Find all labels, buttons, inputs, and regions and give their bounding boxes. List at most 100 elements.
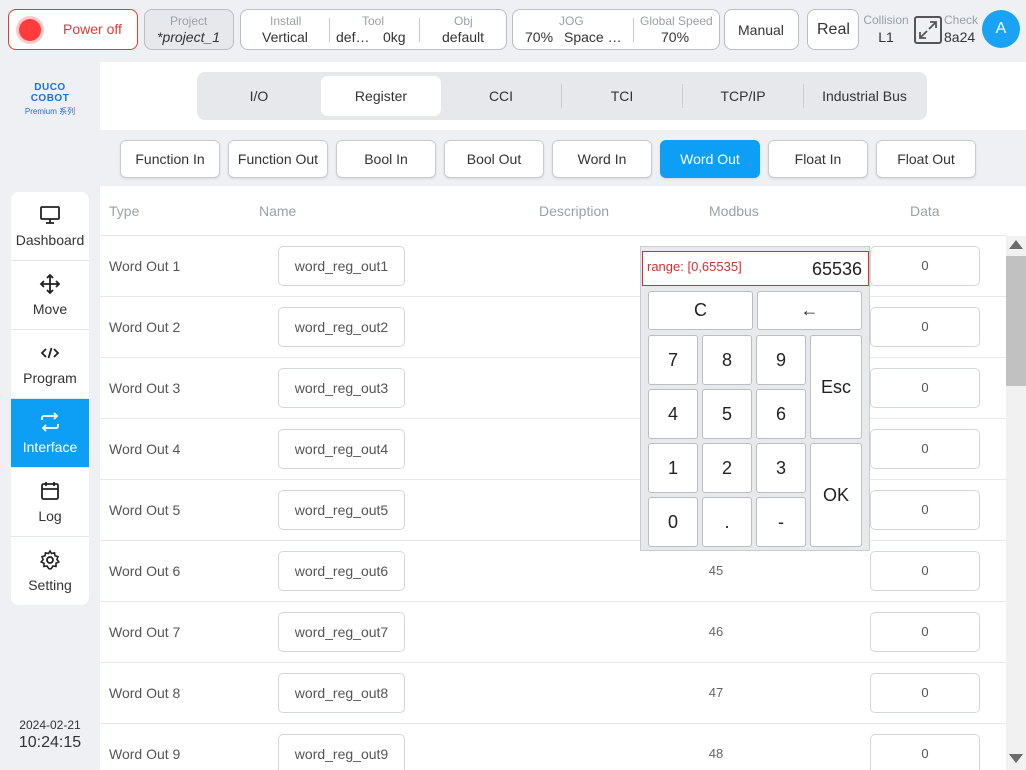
jog-space: Space … bbox=[564, 29, 622, 45]
key-8[interactable]: 8 bbox=[702, 335, 752, 385]
nav-item-program[interactable]: Program bbox=[11, 330, 89, 399]
key-dot[interactable]: . bbox=[702, 497, 752, 547]
nav-label-program: Program bbox=[23, 370, 77, 386]
check-status[interactable]: Check 8a24 bbox=[944, 13, 982, 45]
nav-item-move[interactable]: Move bbox=[11, 261, 89, 330]
expand-icon[interactable] bbox=[914, 16, 942, 44]
jog-speed-panel[interactable]: JOG 70% Space … Global Speed 70% bbox=[512, 9, 720, 50]
row-data-field[interactable]: 0 bbox=[870, 246, 980, 286]
row-name-field[interactable]: word_reg_out3 bbox=[278, 368, 405, 408]
tab-register[interactable]: Register bbox=[321, 76, 441, 116]
row-modbus: 45 bbox=[708, 563, 724, 578]
row-name-field[interactable]: word_reg_out7 bbox=[278, 612, 405, 652]
key-minus[interactable]: - bbox=[756, 497, 806, 547]
key-3[interactable]: 3 bbox=[756, 443, 806, 493]
subtab-float-in[interactable]: Float In bbox=[768, 140, 868, 178]
row-type: Word Out 1 bbox=[109, 258, 181, 274]
row-data-field[interactable]: 0 bbox=[870, 734, 980, 770]
row-name-field[interactable]: word_reg_out1 bbox=[278, 246, 405, 286]
key-1[interactable]: 1 bbox=[648, 443, 698, 493]
nav-item-interface[interactable]: Interface bbox=[11, 399, 89, 468]
calendar-icon bbox=[41, 482, 59, 500]
nav-item-log[interactable]: Log bbox=[11, 468, 89, 537]
row-data-field[interactable]: 0 bbox=[870, 429, 980, 469]
subtab-float-out[interactable]: Float Out bbox=[876, 140, 976, 178]
key-6[interactable]: 6 bbox=[756, 389, 806, 439]
tab-io[interactable]: I/O bbox=[199, 76, 319, 116]
scroll-down-icon[interactable] bbox=[1009, 754, 1023, 763]
subtab-word-in[interactable]: Word In bbox=[552, 140, 652, 178]
row-data-field[interactable]: 0 bbox=[870, 368, 980, 408]
row-name-field[interactable]: word_reg_out5 bbox=[278, 490, 405, 530]
keypad-display[interactable]: range: [0,65535] 65536 bbox=[642, 251, 869, 286]
table-row: Word Out 6 word_reg_out6 45 0 bbox=[100, 541, 1006, 602]
divider bbox=[419, 18, 420, 42]
project-selector[interactable]: Project *project_1 bbox=[144, 9, 234, 50]
project-caption: Project bbox=[170, 14, 208, 28]
project-name: *project_1 bbox=[157, 29, 221, 45]
row-type: Word Out 7 bbox=[109, 624, 181, 640]
subtab-bool-out[interactable]: Bool Out bbox=[444, 140, 544, 178]
nav-label-setting: Setting bbox=[28, 577, 72, 593]
key-4[interactable]: 4 bbox=[648, 389, 698, 439]
key-0[interactable]: 0 bbox=[648, 497, 698, 547]
key-9[interactable]: 9 bbox=[756, 335, 806, 385]
subtab-function-in[interactable]: Function In bbox=[120, 140, 220, 178]
manual-mode-button[interactable]: Manual bbox=[724, 9, 799, 50]
key-7[interactable]: 7 bbox=[648, 335, 698, 385]
side-nav: Dashboard Move Program Interface Log Set… bbox=[11, 192, 89, 605]
row-name-field[interactable]: word_reg_out8 bbox=[278, 673, 405, 713]
tool-value: def… bbox=[336, 29, 370, 45]
key-esc[interactable]: Esc bbox=[810, 335, 862, 439]
subtab-bool-in[interactable]: Bool In bbox=[336, 140, 436, 178]
row-data-field[interactable]: 0 bbox=[870, 551, 980, 591]
row-data-field[interactable]: 0 bbox=[870, 490, 980, 530]
table-row: Word Out 2 word_reg_out2 0 bbox=[100, 297, 1006, 358]
key-5[interactable]: 5 bbox=[702, 389, 752, 439]
register-tabs: I/O Register CCI TCI TCP/IP Industrial B… bbox=[197, 72, 927, 120]
user-avatar[interactable]: A bbox=[982, 10, 1020, 48]
scrollbar-thumb[interactable] bbox=[1006, 256, 1026, 386]
row-name-field[interactable]: word_reg_out4 bbox=[278, 429, 405, 469]
row-name-field[interactable]: word_reg_out2 bbox=[278, 307, 405, 347]
power-off-button[interactable]: Power off bbox=[8, 9, 138, 50]
collision-value: L1 bbox=[878, 29, 894, 45]
key-2[interactable]: 2 bbox=[702, 443, 752, 493]
nav-item-setting[interactable]: Setting bbox=[11, 537, 89, 605]
row-name-field[interactable]: word_reg_out6 bbox=[278, 551, 405, 591]
row-data-field[interactable]: 0 bbox=[870, 673, 980, 713]
row-name-field[interactable]: word_reg_out9 bbox=[278, 734, 405, 770]
nav-label-dashboard: Dashboard bbox=[15, 232, 85, 248]
header-name: Name bbox=[259, 203, 297, 219]
real-mode-label: Real bbox=[817, 21, 850, 38]
tab-industrial-bus[interactable]: Industrial Bus bbox=[804, 76, 925, 116]
key-backspace[interactable]: ← bbox=[757, 291, 862, 330]
clock: 2024-02-21 10:24:15 bbox=[0, 718, 100, 752]
tab-tcp-ip[interactable]: TCP/IP bbox=[683, 76, 803, 116]
key-clear[interactable]: C bbox=[648, 291, 753, 330]
subtab-word-out[interactable]: Word Out bbox=[660, 140, 760, 178]
tool-weight: 0kg bbox=[383, 29, 406, 45]
nav-label-log: Log bbox=[38, 508, 62, 524]
install-tool-obj-panel[interactable]: Install Vertical Tool def… 0kg Obj defau… bbox=[240, 9, 507, 50]
register-type-bar: Function In Function Out Bool In Bool Ou… bbox=[100, 130, 1026, 186]
logo-brand: DUCO COBOT bbox=[30, 82, 70, 104]
row-modbus: 47 bbox=[708, 685, 724, 700]
row-data-field[interactable]: 0 bbox=[870, 307, 980, 347]
scroll-up-icon[interactable] bbox=[1009, 240, 1023, 249]
logo-series: Premium 系列 bbox=[24, 107, 76, 116]
table-row: Word Out 4 word_reg_out4 0 bbox=[100, 419, 1006, 480]
nav-item-dashboard[interactable]: Dashboard bbox=[11, 192, 89, 261]
code-icon bbox=[40, 347, 60, 359]
real-mode-button[interactable]: Real bbox=[807, 9, 859, 50]
tab-cci[interactable]: CCI bbox=[441, 76, 561, 116]
row-data-field[interactable]: 0 bbox=[870, 612, 980, 652]
key-ok[interactable]: OK bbox=[810, 443, 862, 547]
subtab-function-out[interactable]: Function Out bbox=[228, 140, 328, 178]
keypad-value: 65536 bbox=[811, 259, 862, 279]
header-type: Type bbox=[109, 203, 140, 219]
row-type: Word Out 3 bbox=[109, 380, 181, 396]
table-row: Word Out 5 word_reg_out5 0 bbox=[100, 480, 1006, 541]
collision-level[interactable]: Collision L1 bbox=[862, 13, 910, 45]
tab-tci[interactable]: TCI bbox=[562, 76, 682, 116]
